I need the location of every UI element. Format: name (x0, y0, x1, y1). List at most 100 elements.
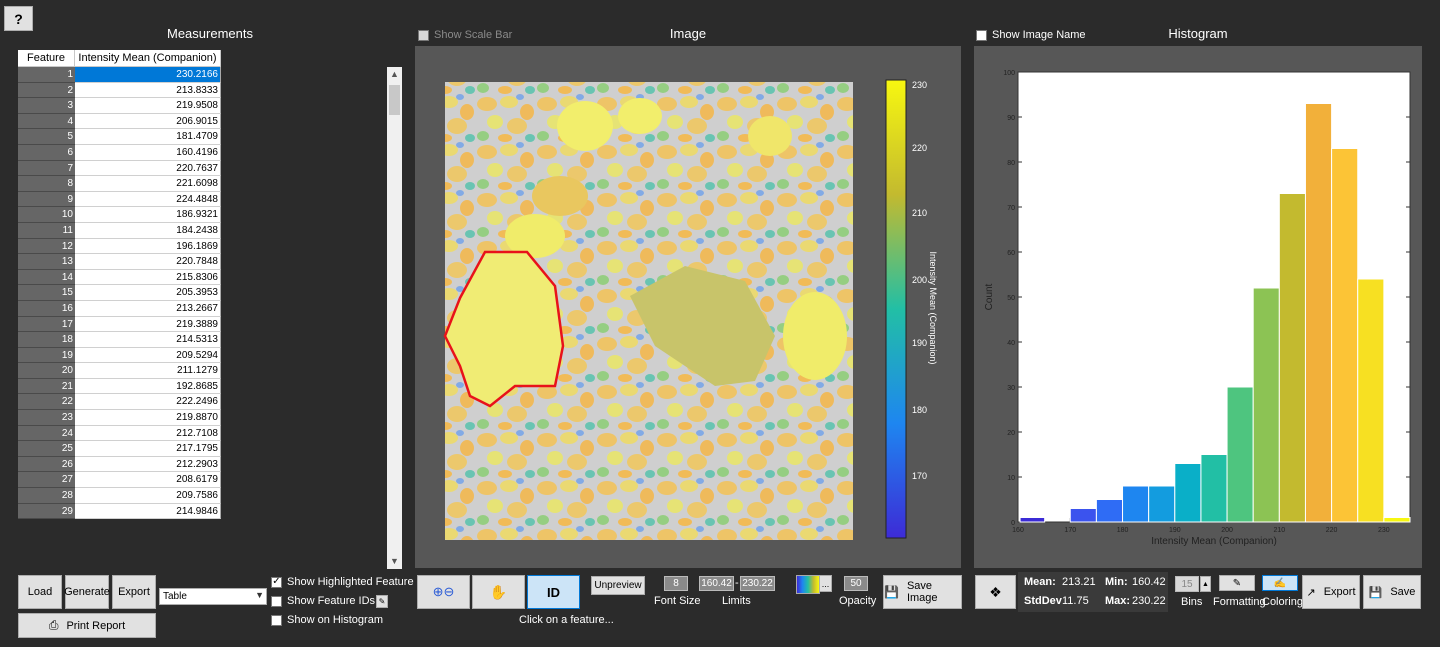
histogram-chart[interactable]: 0 10 20 30 40 50 60 70 80 90 100 160 170 180 190 200 210… (974, 46, 1422, 568)
intensity-value-cell[interactable]: 192.8685 (75, 378, 221, 395)
feature-id-cell[interactable]: 13 (18, 254, 75, 270)
feature-id-cell[interactable]: 8 (18, 176, 75, 192)
scroll-thumb[interactable] (389, 85, 400, 115)
table-row[interactable]: 26 212.2903 (18, 456, 221, 473)
image-canvas[interactable]: 230 220 210 200 190 180 170 Intensity Me… (415, 46, 961, 568)
feature-id-cell[interactable]: 23 (18, 410, 75, 426)
intensity-value-cell[interactable]: 184.2438 (75, 222, 221, 239)
table-row[interactable]: 11 184.2438 (18, 222, 221, 239)
bins-stepper[interactable]: ▲ (1200, 576, 1211, 592)
intensity-value-cell[interactable]: 205.3953 (75, 285, 221, 301)
id-tool-button[interactable]: ID (527, 575, 580, 609)
unpreview-button[interactable]: Unpreview (591, 576, 645, 595)
limit-min-field[interactable]: 160.42 (699, 576, 734, 591)
histogram-bar[interactable] (1331, 148, 1359, 523)
table-row[interactable]: 6 160.4196 (18, 144, 221, 161)
output-type-select[interactable]: Table ▼ (159, 588, 267, 605)
table-row[interactable]: 21 192.8685 (18, 378, 221, 395)
table-row[interactable]: 10 186.9321 (18, 207, 221, 223)
intensity-value-cell[interactable]: 221.6098 (75, 176, 221, 192)
zoom-icon[interactable]: ⊕⊖ (417, 575, 470, 609)
show-on-histogram-checkbox[interactable]: Show on Histogram (271, 614, 383, 626)
feature-id-cell[interactable]: 2 (18, 82, 75, 99)
table-row[interactable]: 4 206.9015 (18, 113, 221, 130)
table-row[interactable]: 12 196.1869 (18, 238, 221, 255)
intensity-value-cell[interactable]: 219.3889 (75, 316, 221, 333)
table-row[interactable]: 8 221.6098 (18, 176, 221, 192)
table-row[interactable]: 25 217.1795 (18, 441, 221, 457)
table-row[interactable]: 23 219.8870 (18, 410, 221, 426)
table-row[interactable]: 13 220.7848 (18, 254, 221, 270)
feature-id-cell[interactable]: 19 (18, 347, 75, 364)
show-highlighted-feature-checkbox[interactable]: ✓ Show Highlighted Feature (271, 576, 414, 588)
intensity-value-cell[interactable]: 186.9321 (75, 207, 221, 223)
feature-id-cell[interactable]: 25 (18, 441, 75, 457)
column-header-intensity[interactable]: Intensity Mean (Companion) (75, 50, 221, 67)
feature-id-cell[interactable]: 6 (18, 144, 75, 161)
histogram-bar[interactable] (1095, 499, 1124, 523)
histogram-bar[interactable] (1174, 463, 1202, 523)
feature-id-cell[interactable]: 15 (18, 285, 75, 301)
intensity-value-cell[interactable]: 219.8870 (75, 410, 221, 426)
column-header-feature[interactable]: Feature (18, 50, 75, 67)
limit-max-field[interactable]: 230.22 (740, 576, 775, 591)
colormap-more-button[interactable]: ... (819, 575, 832, 592)
table-row[interactable]: 24 212.7108 (18, 425, 221, 442)
feature-id-cell[interactable]: 12 (18, 238, 75, 255)
intensity-value-cell[interactable]: 219.9508 (75, 98, 221, 114)
histogram-bar[interactable] (1019, 517, 1046, 523)
intensity-value-cell[interactable]: 209.7586 (75, 488, 221, 504)
print-report-button[interactable]: ⎙ Print Report (18, 613, 156, 638)
table-row[interactable]: 9 224.4848 (18, 191, 221, 208)
intensity-value-cell[interactable]: 215.8306 (75, 269, 221, 286)
show-image-name-checkbox[interactable]: Show Image Name (976, 29, 1086, 41)
table-row[interactable]: 18 214.5313 (18, 332, 221, 348)
intensity-value-cell[interactable]: 206.9015 (75, 113, 221, 130)
table-row[interactable]: 22 222.2496 (18, 394, 221, 411)
feature-id-cell[interactable]: 22 (18, 394, 75, 411)
show-scale-bar-checkbox[interactable]: Show Scale Bar (418, 29, 512, 41)
save-image-button[interactable]: 💾 Save Image (883, 575, 962, 609)
feature-ids-settings-icon[interactable]: ✎ (376, 595, 388, 608)
intensity-value-cell[interactable]: 214.9846 (75, 503, 221, 520)
export-histogram-button[interactable]: ↗ Export (1302, 575, 1360, 609)
intensity-value-cell[interactable]: 217.1795 (75, 441, 221, 457)
histogram-bar[interactable] (1304, 103, 1333, 523)
histogram-bar[interactable] (1278, 193, 1306, 523)
table-row[interactable]: 3 219.9508 (18, 98, 221, 114)
feature-id-cell[interactable]: 16 (18, 300, 75, 317)
feature-id-cell[interactable]: 28 (18, 488, 75, 504)
intensity-value-cell[interactable]: 209.5294 (75, 347, 221, 364)
opacity-field[interactable]: 50 (844, 576, 868, 591)
intensity-value-cell[interactable]: 208.6179 (75, 472, 221, 489)
intensity-value-cell[interactable]: 224.4848 (75, 191, 221, 208)
coloring-dropper-icon[interactable]: ✍ (1262, 575, 1298, 591)
intensity-value-cell[interactable]: 196.1869 (75, 238, 221, 255)
feature-id-cell[interactable]: 29 (18, 503, 75, 520)
table-row[interactable]: 1 230.2166 (18, 67, 221, 83)
feature-id-cell[interactable]: 4 (18, 113, 75, 130)
histogram-bar[interactable] (1226, 386, 1254, 523)
feature-id-cell[interactable]: 9 (18, 191, 75, 208)
table-row[interactable]: 7 220.7637 (18, 160, 221, 177)
table-row[interactable]: 20 211.1279 (18, 363, 221, 379)
feature-id-cell[interactable]: 17 (18, 316, 75, 333)
formatting-pencil-icon[interactable]: ✎ (1219, 575, 1255, 591)
save-histogram-button[interactable]: 💾 Save (1363, 575, 1421, 609)
table-row[interactable]: 19 209.5294 (18, 347, 221, 364)
intensity-value-cell[interactable]: 220.7848 (75, 254, 221, 270)
table-row[interactable]: 16 213.2667 (18, 300, 221, 317)
intensity-value-cell[interactable]: 211.1279 (75, 363, 221, 379)
scroll-down-icon[interactable]: ▼ (387, 554, 402, 569)
table-row[interactable]: 15 205.3953 (18, 285, 221, 301)
feature-id-cell[interactable]: 10 (18, 207, 75, 223)
intensity-value-cell[interactable]: 213.8333 (75, 82, 221, 99)
bins-field[interactable]: 15 (1175, 576, 1199, 592)
feature-id-cell[interactable]: 11 (18, 222, 75, 239)
intensity-value-cell[interactable]: 181.4709 (75, 129, 221, 145)
histogram-bar[interactable] (1383, 517, 1411, 523)
feature-id-cell[interactable]: 26 (18, 456, 75, 473)
generate-button[interactable]: Generate (64, 575, 110, 609)
font-size-field[interactable]: 8 (664, 576, 688, 591)
feature-id-cell[interactable]: 3 (18, 98, 75, 114)
